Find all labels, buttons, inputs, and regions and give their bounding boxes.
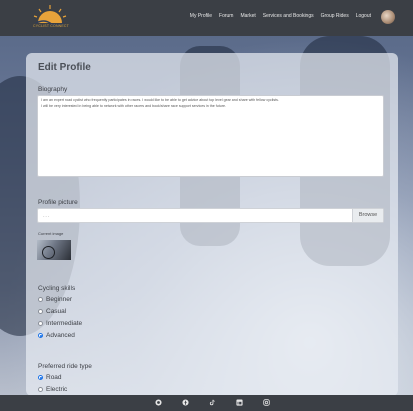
biography-label: Biography bbox=[38, 86, 68, 93]
ride-type-option-electric[interactable]: Electric bbox=[38, 386, 67, 393]
ride-type-option-road[interactable]: Road bbox=[38, 374, 62, 381]
ride-type-option-label: Road bbox=[46, 374, 62, 381]
nav-services-bookings[interactable]: Services and Bookings bbox=[263, 13, 314, 19]
nav-my-profile[interactable]: My Profile bbox=[190, 13, 212, 19]
linkedin-icon[interactable] bbox=[236, 399, 243, 406]
nav-forum[interactable]: Forum bbox=[219, 13, 233, 19]
skill-option-label: Advanced bbox=[46, 332, 75, 339]
sunrise-logo-icon[interactable] bbox=[30, 3, 70, 33]
radio-button[interactable] bbox=[38, 387, 43, 392]
nav-group-rides[interactable]: Group Rides bbox=[321, 13, 349, 19]
skill-option-intermediate[interactable]: Intermediate bbox=[38, 320, 82, 327]
ride-type-option-label: Electric bbox=[46, 386, 68, 393]
nav-links: My Profile Forum Market Services and Boo… bbox=[190, 13, 371, 19]
navbar: CYCLIST CONNECT My Profile Forum Market … bbox=[0, 0, 413, 36]
skill-option-casual[interactable]: Casual bbox=[38, 308, 66, 315]
edit-profile-card: Edit Profile Biography I am an expert ro… bbox=[26, 53, 398, 396]
ride-type-label: Preferred ride type bbox=[38, 363, 92, 370]
radio-button[interactable] bbox=[38, 309, 43, 314]
skill-option-advanced[interactable]: Advanced bbox=[38, 332, 75, 339]
avatar[interactable] bbox=[381, 10, 395, 24]
footer bbox=[0, 395, 413, 411]
radio-button-checked[interactable] bbox=[38, 375, 43, 380]
facebook-icon[interactable] bbox=[182, 399, 189, 406]
logo-text: CYCLIST CONNECT bbox=[33, 24, 69, 28]
instagram-icon[interactable] bbox=[263, 399, 270, 406]
page-title: Edit Profile bbox=[38, 62, 91, 73]
skill-option-label: Beginner bbox=[46, 296, 73, 303]
github-icon[interactable] bbox=[155, 399, 162, 406]
radio-button-checked[interactable] bbox=[38, 333, 43, 338]
nav-market[interactable]: Market bbox=[240, 13, 255, 19]
skill-option-beginner[interactable]: Beginner bbox=[38, 296, 72, 303]
profile-picture-label: Profile picture bbox=[38, 199, 78, 206]
current-image-label: Current image bbox=[38, 231, 64, 236]
cycling-skills-label: Cycling skills bbox=[38, 285, 76, 292]
current-profile-image bbox=[37, 240, 71, 260]
tiktok-icon[interactable] bbox=[209, 399, 216, 406]
profile-picture-file-input[interactable]: - - - Browse bbox=[37, 208, 384, 223]
radio-button[interactable] bbox=[38, 321, 43, 326]
browse-button[interactable]: Browse bbox=[352, 209, 383, 222]
skill-option-label: Intermediate bbox=[46, 320, 83, 327]
biography-line: I will be very interested in being able … bbox=[41, 103, 226, 108]
nav-logout[interactable]: Logout bbox=[356, 13, 371, 19]
radio-button[interactable] bbox=[38, 297, 43, 302]
biography-textarea[interactable]: I am an expert road cyclist who frequent… bbox=[37, 95, 384, 177]
skill-option-label: Casual bbox=[46, 308, 67, 315]
file-name-placeholder: - - - bbox=[43, 213, 50, 218]
